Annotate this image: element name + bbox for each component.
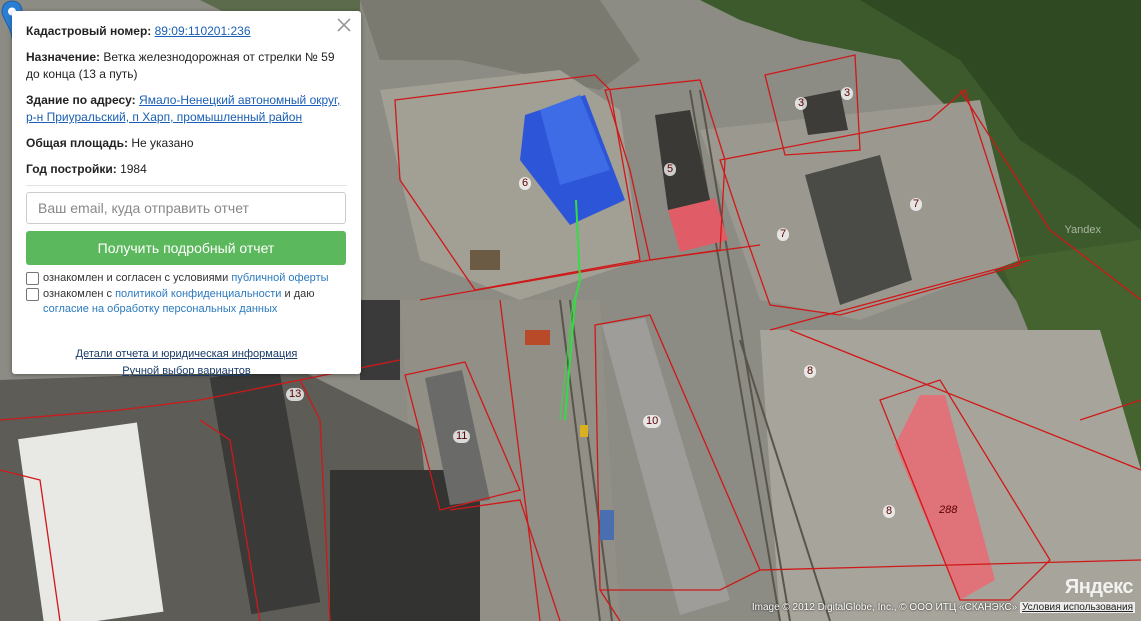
map-watermark: Yandex bbox=[1064, 224, 1102, 236]
plot-label: 13 bbox=[286, 388, 305, 401]
privacy-policy-link[interactable]: политикой конфиденциальности bbox=[115, 288, 281, 300]
privacy-consent-text: ознакомлен с bbox=[43, 288, 113, 300]
privacy-consent-checkbox[interactable] bbox=[26, 288, 39, 301]
yandex-logo: Яндекс bbox=[1064, 576, 1134, 598]
plot-label: 8 bbox=[883, 505, 896, 518]
offer-consent-checkbox[interactable] bbox=[26, 272, 39, 285]
map-copyright: Image © 2012 DigitalGlobe, Inc., © ООО И… bbox=[752, 602, 1135, 613]
manual-selection-link[interactable]: Ручной выбор вариантов bbox=[122, 365, 250, 377]
area-row: Общая площадь: Не указано bbox=[26, 135, 347, 152]
offer-consent-text: ознакомлен и согласен с условиями bbox=[43, 272, 229, 284]
terms-of-use-link[interactable]: Условия использования bbox=[1020, 602, 1135, 613]
public-offer-link[interactable]: публичной оферты bbox=[231, 272, 328, 284]
year-row: Год постройки: 1984 bbox=[26, 161, 347, 178]
purpose-row: Назначение: Ветка железнодорожная от стр… bbox=[26, 49, 347, 83]
year-label: Год постройки: bbox=[26, 162, 117, 176]
plot-label: 11 bbox=[453, 430, 471, 443]
plot-label: 3 bbox=[795, 97, 808, 110]
address-label: Здание по адресу: bbox=[26, 93, 136, 107]
report-details-link[interactable]: Детали отчета и юридическая информация bbox=[76, 348, 298, 360]
divider bbox=[26, 185, 347, 186]
data-processing-consent-link[interactable]: согласие на обработку персональных данны… bbox=[43, 303, 277, 315]
close-icon[interactable] bbox=[336, 17, 352, 33]
copyright-text: Image © 2012 DigitalGlobe, Inc., © ООО И… bbox=[751, 602, 1018, 613]
cadastral-number-link[interactable]: 89:09:110201:236 bbox=[155, 24, 251, 38]
plot-label: 5 bbox=[664, 163, 677, 176]
footer-links: Детали отчета и юридическая информация Р… bbox=[26, 346, 347, 380]
get-report-button[interactable]: Получить подробный отчет bbox=[26, 231, 346, 265]
address-row: Здание по адресу: Ямало-Ненецкий автоном… bbox=[26, 92, 347, 126]
plot-label: 288 bbox=[939, 504, 958, 516]
year-value: 1984 bbox=[120, 162, 147, 176]
privacy-consent-mid: и даю bbox=[284, 288, 315, 300]
cadastral-number-label: Кадастровый номер: bbox=[26, 24, 152, 38]
plot-label: 3 bbox=[841, 87, 854, 100]
property-info-popup: Кадастровый номер: 89:09:110201:236 Назн… bbox=[12, 11, 361, 377]
offer-consent-row: ознакомлен и согласен с условиями публич… bbox=[26, 271, 347, 286]
plot-label: 8 bbox=[804, 365, 817, 378]
plot-label: 7 bbox=[910, 198, 923, 211]
plot-label: 6 bbox=[519, 177, 532, 190]
privacy-consent-row: ознакомлен с политикой конфиденциальност… bbox=[26, 287, 347, 317]
area-label: Общая площадь: bbox=[26, 136, 129, 150]
purpose-label: Назначение: bbox=[26, 50, 101, 64]
plot-label: 7 bbox=[777, 228, 790, 241]
cadastral-number-row: Кадастровый номер: 89:09:110201:236 bbox=[26, 23, 347, 40]
plot-label: 10 bbox=[643, 415, 662, 428]
area-value: Не указано bbox=[131, 136, 194, 150]
email-input[interactable] bbox=[26, 192, 346, 224]
